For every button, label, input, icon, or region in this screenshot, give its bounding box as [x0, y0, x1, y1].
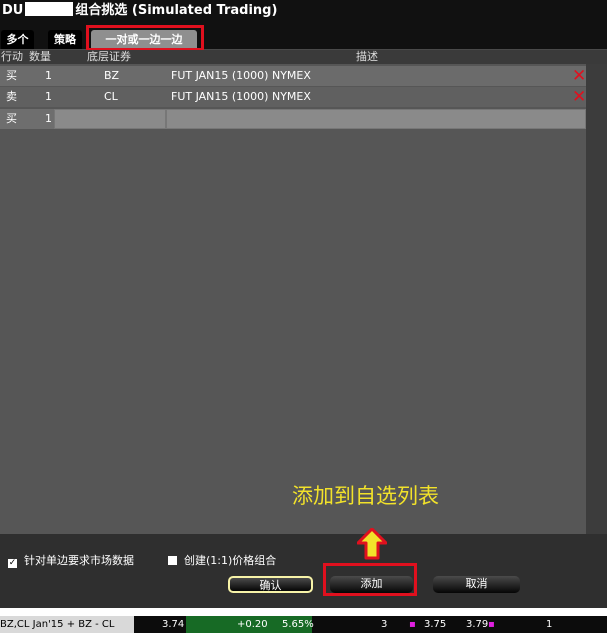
delete-icon[interactable]: ✕	[572, 68, 586, 85]
redacted-account	[25, 2, 74, 16]
cancel-button[interactable]: 取消	[433, 576, 520, 593]
title-text: 组合挑选 (Simulated Trading)	[75, 3, 278, 18]
ticker-row[interactable]: BZ,CL Jan'15 + BZ - CL 3.74 +0.20 5.65% …	[0, 616, 607, 633]
row-qty[interactable]: 1	[45, 87, 52, 107]
column-header: 行动 数量 底层证券 描述	[0, 50, 607, 64]
price-combo-checkbox[interactable]	[168, 556, 177, 565]
row-description: FUT JAN15 (1000) NYMEX	[171, 90, 311, 103]
row-action[interactable]: 买	[6, 109, 17, 129]
title-account: DU	[2, 3, 24, 18]
market-data-option[interactable]: ✓ 针对单边要求市场数据	[8, 552, 134, 568]
underlying-input[interactable]	[54, 109, 166, 129]
row-qty[interactable]: 1	[45, 66, 52, 86]
col-qty[interactable]: 数量	[29, 50, 51, 64]
confirm-button[interactable]: 确认	[228, 576, 313, 593]
row-description: FUT JAN15 (1000) NYMEX	[171, 69, 311, 82]
description-cell	[166, 109, 586, 129]
vertical-scrollbar[interactable]	[586, 64, 607, 534]
ticker-change-pct: 5.65%	[282, 619, 314, 630]
tab-multiple[interactable]: 多个	[1, 30, 34, 49]
combo-selection-window: DU 组合挑选 (Simulated Trading) 多个 策略 一对或一边一边…	[0, 0, 607, 608]
row-underlying[interactable]: BZ	[104, 66, 119, 86]
delete-icon[interactable]: ✕	[572, 89, 586, 106]
ticker-ask: 3.79	[466, 619, 489, 630]
row-underlying[interactable]: CL	[104, 87, 118, 107]
add-button-highlight	[323, 563, 417, 596]
market-data-checkbox[interactable]: ✓	[8, 559, 17, 568]
row-action[interactable]: 卖	[6, 87, 17, 107]
table-row[interactable]: 买 1	[0, 109, 586, 129]
legs-grid: 买 1 BZ FUT JAN15 (1000) NYMEX ✕ 卖 1 CL F…	[0, 64, 586, 534]
market-data-label: 针对单边要求市场数据	[24, 554, 134, 567]
ask-marker-icon: ▪	[488, 619, 495, 630]
annotation-add-to-watchlist: 添加到自选列表	[292, 484, 439, 508]
row-qty[interactable]: 1	[45, 109, 52, 129]
ticker-change: +0.20	[237, 619, 268, 630]
title-bar: DU 组合挑选 (Simulated Trading)	[0, 0, 607, 22]
col-action[interactable]: 行动	[1, 50, 23, 64]
tab-highlight-box	[86, 25, 204, 51]
price-combo-option[interactable]: 创建(1:1)价格组合	[168, 552, 276, 568]
tab-strip: 多个 策略 一对或一边一边	[0, 22, 607, 51]
table-row[interactable]: 买 1 BZ FUT JAN15 (1000) NYMEX ✕	[0, 66, 586, 86]
price-combo-label: 创建(1:1)价格组合	[184, 554, 277, 567]
col-underlying[interactable]: 底层证券	[87, 50, 131, 64]
arrow-up-icon	[357, 528, 387, 560]
table-row[interactable]: 卖 1 CL FUT JAN15 (1000) NYMEX ✕	[0, 87, 586, 107]
ticker-name: BZ,CL Jan'15 + BZ - CL	[0, 616, 134, 633]
bottom-bar	[0, 534, 607, 608]
bid-marker-icon: ▪	[409, 619, 416, 630]
ticker-ask-size: 1	[546, 619, 553, 630]
ticker-bid-size: 3	[381, 619, 388, 630]
row-action[interactable]: 买	[6, 66, 17, 86]
ticker-last: 3.74	[162, 619, 185, 630]
tab-strategy[interactable]: 策略	[48, 30, 82, 49]
ticker-bid: 3.75	[424, 619, 447, 630]
col-description[interactable]: 描述	[356, 50, 378, 64]
